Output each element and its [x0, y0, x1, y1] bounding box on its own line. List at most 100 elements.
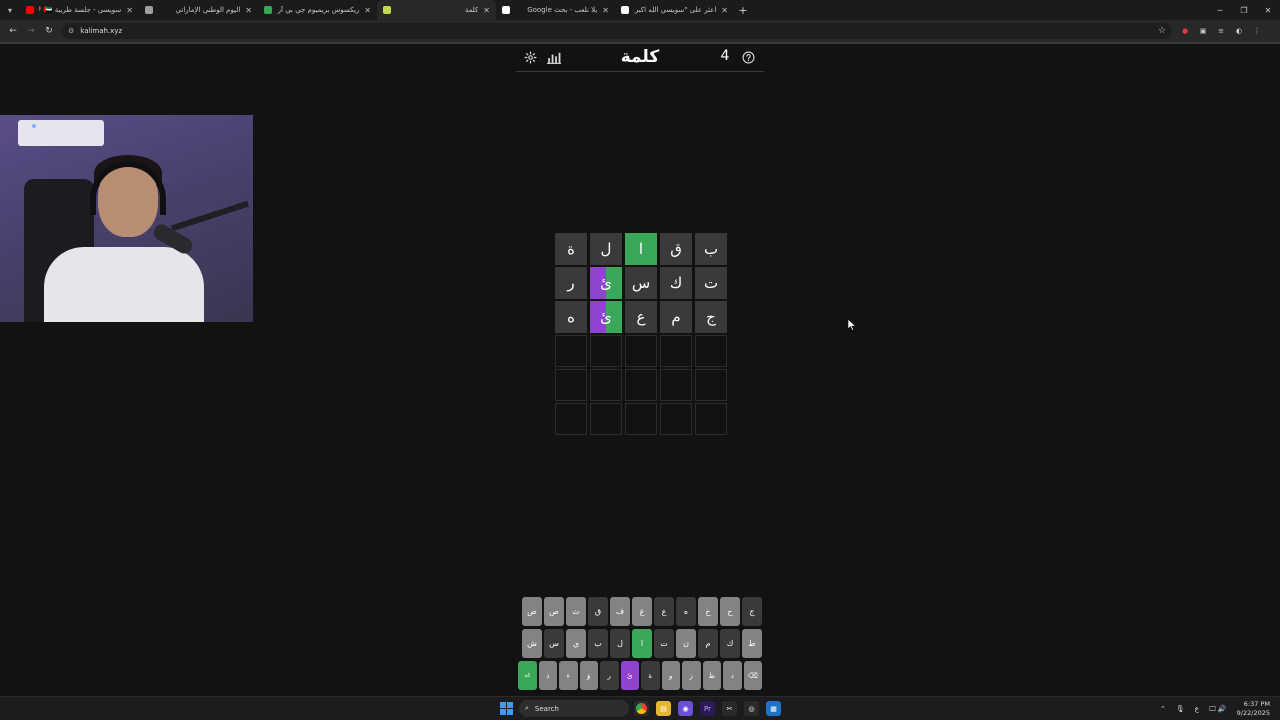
- tab-close-icon[interactable]: ✕: [245, 6, 252, 15]
- help-question-icon[interactable]: [740, 49, 756, 65]
- capcut-taskbar-icon[interactable]: ✂: [722, 701, 737, 716]
- keyboard-key[interactable]: ا: [632, 629, 652, 658]
- enter-key[interactable]: ⏎: [518, 661, 537, 690]
- board-tile: ئ: [590, 301, 622, 333]
- tab-close-icon[interactable]: ✕: [602, 6, 609, 15]
- browser-tab[interactable]: ريكسوس بريميوم جي بي آر دبي ✕: [258, 0, 377, 20]
- keyboard-key[interactable]: ؤ: [579, 661, 598, 690]
- browser-menu-icon[interactable]: ⋮: [1250, 24, 1264, 38]
- discord-taskbar-icon[interactable]: ◉: [678, 701, 693, 716]
- media-controls-icon[interactable]: ≡: [1214, 24, 1228, 38]
- board-tile: ب: [695, 233, 727, 265]
- taskbar-search[interactable]: ⌕ Search: [519, 700, 629, 717]
- keyboard-key[interactable]: غ: [632, 597, 652, 626]
- browser-tab[interactable]: اعثر على "سويسي الله اكبر صرت ... ✕: [615, 0, 734, 20]
- keyboard-key[interactable]: ج: [742, 597, 762, 626]
- keyboard-key[interactable]: ع: [654, 597, 674, 626]
- browser-tab[interactable]: كلمة ✕: [377, 0, 496, 20]
- keyboard-key[interactable]: ن: [676, 629, 696, 658]
- profile-avatar-icon[interactable]: ◐: [1232, 24, 1246, 38]
- tray-chevron-icon[interactable]: ⌃: [1160, 705, 1166, 713]
- keyboard-key[interactable]: ر: [600, 661, 619, 690]
- browser-tab[interactable]: يلا نلعب - بحث Google ✕: [496, 0, 615, 20]
- tiktok-icon: [621, 6, 629, 14]
- keyboard-key[interactable]: ث: [566, 597, 586, 626]
- keyboard-key[interactable]: ش: [522, 629, 542, 658]
- tab-close-icon[interactable]: ✕: [364, 6, 371, 15]
- reload-icon[interactable]: ↻: [40, 22, 58, 40]
- keyboard-key[interactable]: ص: [544, 597, 564, 626]
- board-tile: [695, 335, 727, 367]
- minimize-icon[interactable]: ─: [1208, 0, 1232, 20]
- board-tile: [660, 369, 692, 401]
- clock-time: 6:37 PM: [1243, 700, 1270, 708]
- keyboard-key[interactable]: ض: [522, 597, 542, 626]
- address-bar[interactable]: ⚙ kalimah.xyz ☆: [62, 23, 1172, 39]
- new-tab-button[interactable]: +: [734, 4, 752, 17]
- keyboard-key[interactable]: ء: [559, 661, 578, 690]
- network-volume-icon[interactable]: 🖵 🔊: [1209, 705, 1227, 714]
- keyboard-key[interactable]: خ: [698, 597, 718, 626]
- keyboard-key[interactable]: ق: [588, 597, 608, 626]
- board-tile: ه: [555, 301, 587, 333]
- keyboard-key[interactable]: ئ: [620, 661, 639, 690]
- taskbar-clock[interactable]: 6:37 PM 9/22/2025: [1237, 700, 1270, 718]
- backspace-key[interactable]: ⌫: [743, 661, 762, 690]
- keyboard-key[interactable]: ط: [742, 629, 762, 658]
- board-tile: [590, 335, 622, 367]
- site-info-icon[interactable]: ⚙: [68, 27, 74, 35]
- extensions-puzzle-icon[interactable]: ▣: [1196, 24, 1210, 38]
- mouse-cursor-icon: [848, 319, 856, 331]
- obs-taskbar-icon[interactable]: ◎: [744, 701, 759, 716]
- board-tile: ت: [695, 267, 727, 299]
- tab-search-icon[interactable]: ▾: [0, 0, 20, 20]
- keyboard-key[interactable]: ك: [720, 629, 740, 658]
- browser-tab[interactable]: سويسي - جلسة طربية 🇦🇪 ❤️ ✕: [20, 0, 139, 20]
- board-tile: ا: [625, 233, 657, 265]
- keyboard-key[interactable]: ح: [720, 597, 740, 626]
- map-pin-icon: [264, 6, 272, 14]
- screen: ▾ سويسي - جلسة طربية 🇦🇪 ❤️✕اليوم الوطني …: [0, 0, 1280, 720]
- board-tile: م: [660, 301, 692, 333]
- keyboard-key[interactable]: ز: [682, 661, 701, 690]
- board-tile: [625, 403, 657, 435]
- board-tile: [625, 335, 657, 367]
- keyboard-key[interactable]: ل: [610, 629, 630, 658]
- browser-tab[interactable]: اليوم الوطني الإماراتي ✕: [139, 0, 258, 20]
- restore-icon[interactable]: ❐: [1232, 0, 1256, 20]
- keyboard-key[interactable]: ت: [654, 629, 674, 658]
- windows-start-icon[interactable]: [500, 702, 513, 715]
- keyboard-key[interactable]: ة: [641, 661, 660, 690]
- browser-toolbar: ← → ↻ ⚙ kalimah.xyz ☆ ● ▣ ≡ ◐ ⋮: [0, 20, 1280, 42]
- tab-close-icon[interactable]: ✕: [126, 6, 133, 15]
- keyboard-key[interactable]: ه: [676, 597, 696, 626]
- ac-light-image: [32, 124, 36, 128]
- forward-icon[interactable]: →: [22, 22, 40, 40]
- keyboard-key[interactable]: ب: [588, 629, 608, 658]
- keyboard-key[interactable]: و: [661, 661, 680, 690]
- file-explorer-icon[interactable]: ▤: [656, 701, 671, 716]
- tray-mic-icon[interactable]: 🎙: [1176, 705, 1185, 713]
- keyboard-key[interactable]: ف: [610, 597, 630, 626]
- back-icon[interactable]: ←: [4, 22, 22, 40]
- statistics-chart-icon[interactable]: [546, 49, 562, 65]
- globe-icon: [145, 6, 153, 14]
- record-extension-icon[interactable]: ●: [1178, 24, 1192, 38]
- keyboard-key[interactable]: د: [723, 661, 742, 690]
- board-tile: [625, 369, 657, 401]
- language-indicator[interactable]: ع: [1195, 705, 1199, 713]
- keyboard-key[interactable]: م: [698, 629, 718, 658]
- close-window-icon[interactable]: ✕: [1256, 0, 1280, 20]
- settings-gear-icon[interactable]: [522, 49, 538, 65]
- tab-close-icon[interactable]: ✕: [721, 6, 728, 15]
- keyboard-key[interactable]: ذ: [538, 661, 557, 690]
- browser-tab-strip: ▾ سويسي - جلسة طربية 🇦🇪 ❤️✕اليوم الوطني …: [0, 0, 1280, 20]
- keyboard-key[interactable]: ظ: [702, 661, 721, 690]
- chrome-taskbar-icon[interactable]: [634, 701, 649, 716]
- keyboard-key[interactable]: س: [544, 629, 564, 658]
- bookmark-star-icon[interactable]: ☆: [1158, 26, 1166, 36]
- premiere-taskbar-icon[interactable]: Pr: [700, 701, 715, 716]
- tab-close-icon[interactable]: ✕: [483, 6, 490, 15]
- app-taskbar-icon[interactable]: ▦: [766, 701, 781, 716]
- keyboard-key[interactable]: ي: [566, 629, 586, 658]
